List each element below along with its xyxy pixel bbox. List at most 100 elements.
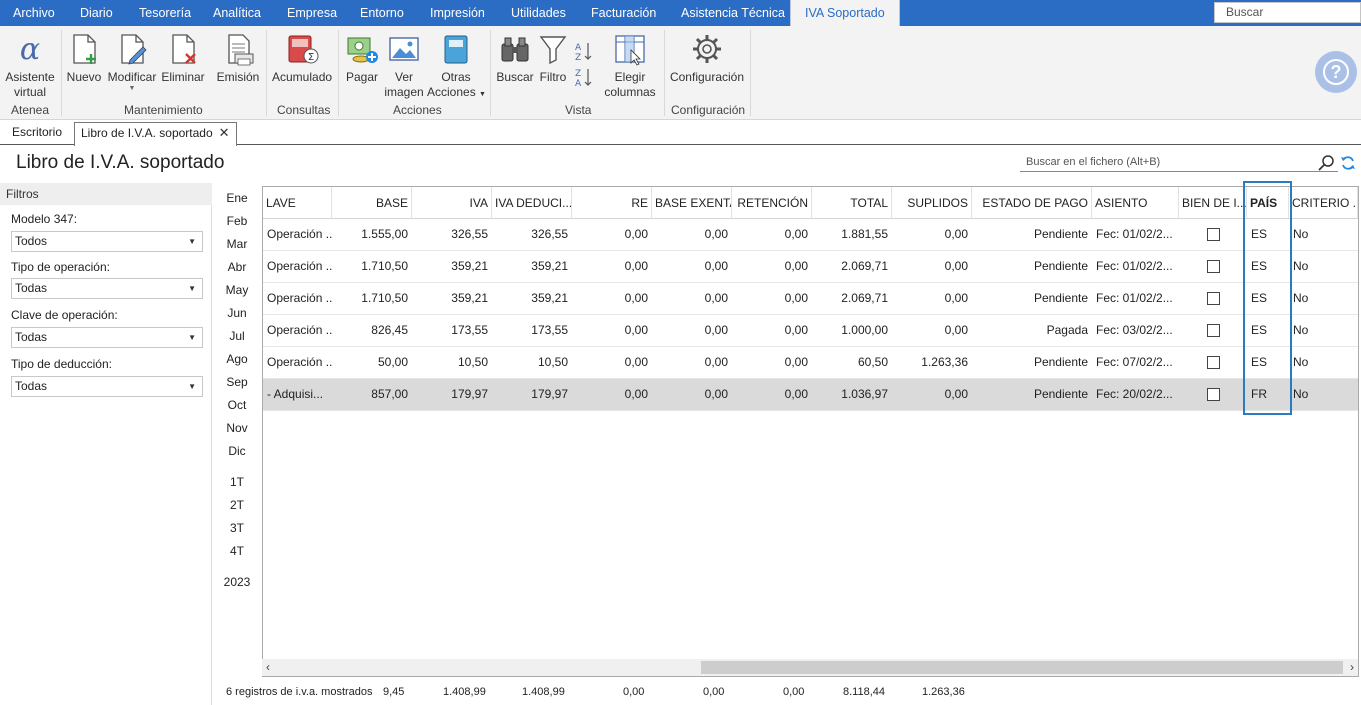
- table-row[interactable]: Operación ... 826,45 173,55 173,55 0,00 …: [263, 315, 1358, 347]
- quarter-1t[interactable]: 1T: [218, 475, 256, 489]
- bien-inversion-checkbox[interactable]: [1207, 260, 1220, 273]
- header-iva-deducible[interactable]: IVA DEDUCI...: [492, 187, 572, 219]
- file-search-input[interactable]: Buscar en el fichero (Alt+B): [1020, 152, 1338, 172]
- header-estado-pago[interactable]: ESTADO DE PAGO: [972, 187, 1092, 219]
- bien-inversion-checkbox[interactable]: [1207, 324, 1220, 337]
- cell-base-exenta: 0,00: [704, 227, 728, 241]
- menu-entorno[interactable]: Entorno: [360, 0, 404, 26]
- buscar-button[interactable]: Buscar: [496, 32, 534, 85]
- bien-inversion-checkbox[interactable]: [1207, 292, 1220, 305]
- quarter-4t[interactable]: 4T: [218, 544, 256, 558]
- eliminar-button[interactable]: Eliminar: [161, 32, 205, 85]
- close-icon[interactable]: ✕: [219, 125, 230, 140]
- menu-facturacion[interactable]: Facturación: [591, 0, 656, 26]
- bien-inversion-checkbox[interactable]: [1207, 228, 1220, 241]
- month-abr[interactable]: Abr: [218, 260, 256, 274]
- emision-button[interactable]: Emisión: [216, 32, 260, 85]
- total-re: 0,00: [623, 686, 645, 698]
- month-feb[interactable]: Feb: [218, 214, 256, 228]
- menu-diario[interactable]: Diario: [80, 0, 113, 26]
- menu-iva-soportado[interactable]: IVA Soportado: [790, 0, 900, 26]
- month-sep[interactable]: Sep: [218, 375, 256, 389]
- header-clave[interactable]: LAVE: [263, 187, 332, 219]
- scroll-right-icon[interactable]: ›: [1350, 659, 1354, 676]
- bien-inversion-checkbox[interactable]: [1207, 388, 1220, 401]
- cell-total: 2.069,71: [841, 291, 888, 305]
- filtro-button[interactable]: Filtro: [536, 32, 570, 85]
- month-jul[interactable]: Jul: [218, 329, 256, 343]
- cell-iva-deducible: 359,21: [531, 291, 568, 305]
- refresh-icon[interactable]: [1340, 155, 1356, 171]
- question-icon: ?: [1323, 59, 1349, 85]
- ribbon-separator: [61, 30, 62, 116]
- menu-asistencia-tecnica[interactable]: Asistencia Técnica: [681, 0, 785, 26]
- filters-panel: Filtros Modelo 347: Todos ▼ Tipo de opera…: [0, 183, 212, 705]
- month-oct[interactable]: Oct: [218, 398, 256, 412]
- month-mar[interactable]: Mar: [218, 237, 256, 251]
- cell-clave: - Adquisi...: [267, 387, 324, 401]
- menu-utilidades[interactable]: Utilidades: [511, 0, 566, 26]
- table-row[interactable]: Operación ... 1.710,50 359,21 359,21 0,0…: [263, 251, 1358, 283]
- acumulado-button[interactable]: Σ Acumulado: [272, 32, 332, 85]
- month-dic[interactable]: Dic: [218, 444, 256, 458]
- scrollbar-thumb[interactable]: [701, 661, 1343, 674]
- table-row[interactable]: Operación ... 50,00 10,50 10,50 0,00 0,0…: [263, 347, 1358, 379]
- header-pais[interactable]: PAÍS: [1247, 187, 1289, 219]
- header-re[interactable]: RE: [572, 187, 652, 219]
- menu-tesoreria[interactable]: Tesorería: [139, 0, 191, 26]
- header-total[interactable]: TOTAL: [812, 187, 892, 219]
- month-ene[interactable]: Ene: [218, 191, 256, 205]
- help-button[interactable]: ?: [1315, 51, 1357, 93]
- month-may[interactable]: May: [218, 283, 256, 297]
- sort-az-button[interactable]: A Z: [573, 40, 595, 66]
- ver-imagen-button[interactable]: Ver imagen: [384, 32, 424, 100]
- group-atenea: Atenea: [11, 103, 50, 117]
- pagar-button[interactable]: Pagar: [343, 32, 381, 85]
- month-ago[interactable]: Ago: [218, 352, 256, 366]
- cell-retencion: 0,00: [784, 387, 808, 401]
- menu-analitica[interactable]: Analítica: [213, 0, 261, 26]
- total-iva: 1.408,99: [443, 686, 486, 698]
- configuracion-button[interactable]: Configuración: [668, 32, 746, 85]
- bien-inversion-checkbox[interactable]: [1207, 356, 1220, 369]
- nuevo-button[interactable]: Nuevo: [66, 32, 102, 85]
- header-bien-inversion[interactable]: BIEN DE I...: [1179, 187, 1247, 219]
- tipo-deduccion-select[interactable]: Todas ▼: [11, 376, 203, 397]
- modelo-347-select[interactable]: Todos ▼: [11, 231, 203, 252]
- menu-impresion[interactable]: Impresión: [430, 0, 485, 26]
- table-row[interactable]: Operación ... 1.555,00 326,55 326,55 0,0…: [263, 219, 1358, 251]
- quarter-2t[interactable]: 2T: [218, 498, 256, 512]
- clave-operacion-select[interactable]: Todas ▼: [11, 327, 203, 348]
- tab-escritorio[interactable]: Escritorio: [6, 122, 68, 145]
- global-search-input[interactable]: Buscar: [1214, 2, 1361, 23]
- table-row-selected[interactable]: - Adquisi... 857,00 179,97 179,97 0,00 0…: [263, 379, 1358, 411]
- tab-libro-iva-soportado[interactable]: Libro de I.V.A. soportado ✕: [74, 122, 237, 146]
- header-asiento[interactable]: ASIENTO: [1092, 187, 1179, 219]
- otras-acciones-button[interactable]: Otras Acciones ▼: [427, 32, 486, 102]
- header-base-exenta[interactable]: BASE EXENTA: [652, 187, 732, 219]
- modificar-button[interactable]: Modificar ▼: [105, 32, 159, 93]
- menu-empresa[interactable]: Empresa: [287, 0, 337, 26]
- header-iva[interactable]: IVA: [412, 187, 492, 219]
- scroll-left-icon[interactable]: ‹: [266, 659, 270, 676]
- menu-archivo[interactable]: Archivo: [13, 0, 55, 26]
- sort-za-button[interactable]: Z A: [573, 66, 595, 92]
- asistente-virtual-button[interactable]: α Asistente virtual: [4, 32, 56, 100]
- month-nov[interactable]: Nov: [218, 421, 256, 435]
- header-retencion[interactable]: RETENCIÓN: [732, 187, 812, 219]
- elegir-columnas-button[interactable]: Elegir columnas: [604, 32, 656, 100]
- cell-suplidos: 0,00: [944, 291, 968, 305]
- quarter-3t[interactable]: 3T: [218, 521, 256, 535]
- header-base[interactable]: BASE: [332, 187, 412, 219]
- month-jun[interactable]: Jun: [218, 306, 256, 320]
- horizontal-scrollbar[interactable]: ‹ ›: [262, 659, 1358, 676]
- cell-re: 0,00: [624, 387, 648, 401]
- cell-pais: ES: [1251, 323, 1268, 337]
- cell-iva-deducible: 359,21: [531, 259, 568, 273]
- table-row[interactable]: Operación ... 1.710,50 359,21 359,21 0,0…: [263, 283, 1358, 315]
- header-suplidos[interactable]: SUPLIDOS: [892, 187, 972, 219]
- tipo-operacion-select[interactable]: Todas ▼: [11, 278, 203, 299]
- search-icon[interactable]: [1317, 154, 1335, 172]
- year-selector[interactable]: 2023: [218, 575, 256, 589]
- header-criterio[interactable]: CRITERIO ...: [1289, 187, 1358, 219]
